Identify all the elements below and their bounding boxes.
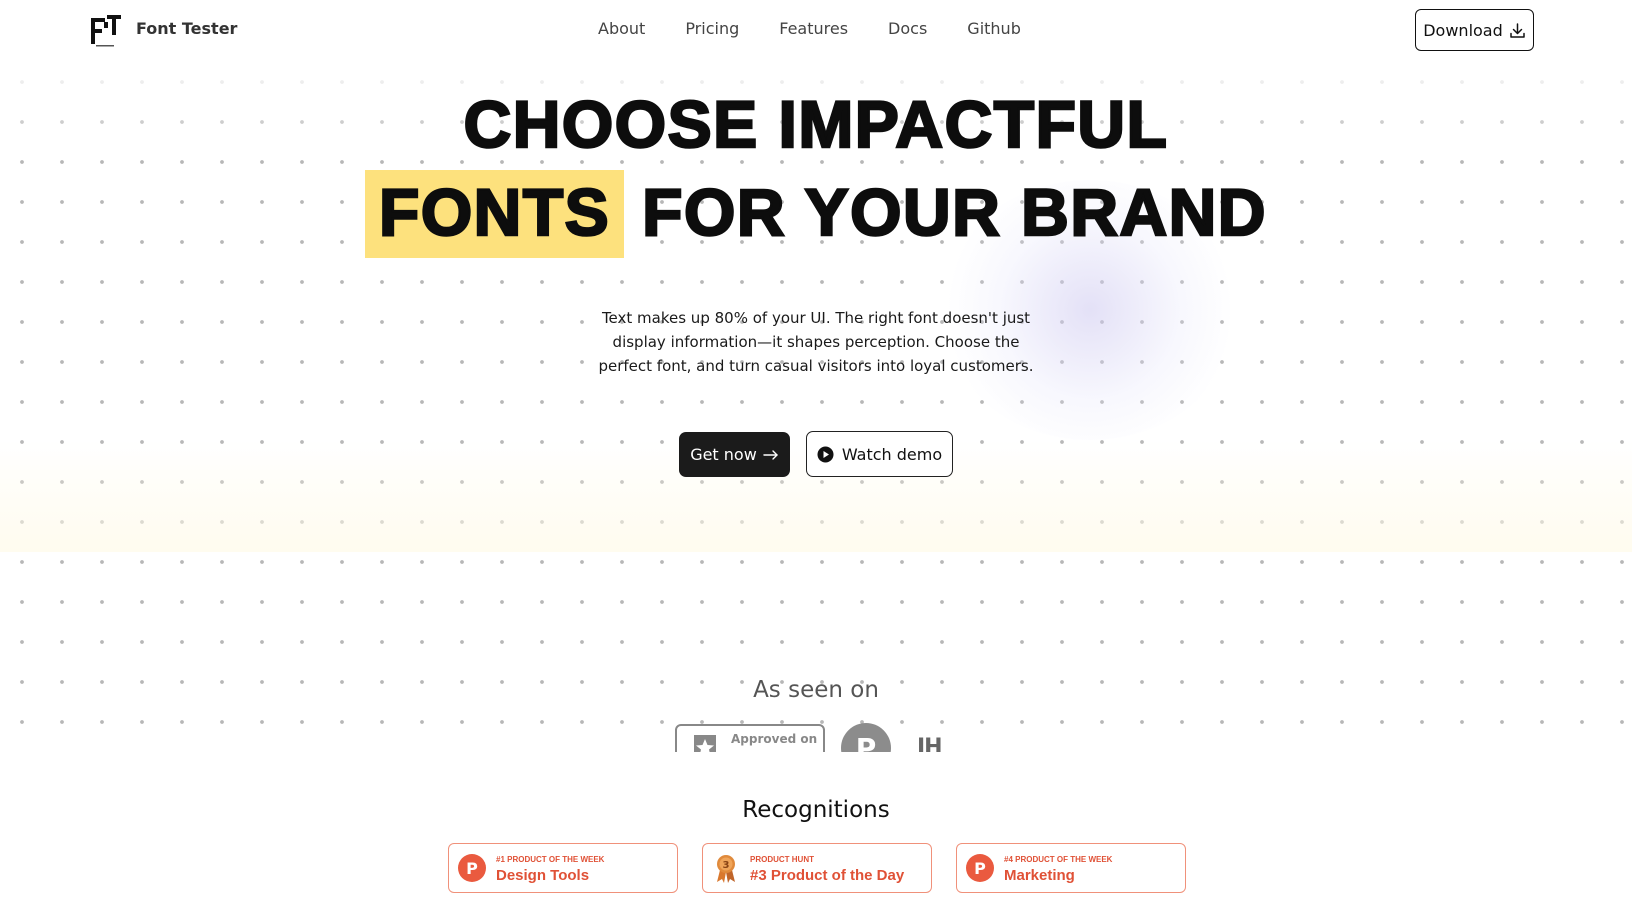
- download-label: Download: [1423, 20, 1503, 40]
- hero-title-line2: FONTS FOR YOUR BRAND: [0, 170, 1632, 258]
- recognition-caption: #1 PRODUCT OF THE WEEK: [496, 855, 605, 864]
- producthunt-icon[interactable]: P: [841, 723, 891, 752]
- hero-title-line1: CHOOSE IMPACTFUL: [462, 86, 1169, 163]
- recognition-caption: PRODUCT HUNT: [750, 855, 814, 864]
- nav-github[interactable]: Github: [967, 19, 1021, 38]
- get-now-button[interactable]: Get now: [679, 432, 790, 477]
- recognition-title: Marketing: [1004, 867, 1075, 884]
- recognition-card-product-of-day[interactable]: 3 PRODUCT HUNT #3 Product of the Day: [702, 843, 932, 893]
- medal-icon: 3: [717, 855, 735, 883]
- brand-name[interactable]: Font Tester: [136, 19, 237, 38]
- approved-badge[interactable]: Approved on: [675, 724, 825, 752]
- indiehackers-icon[interactable]: IH: [917, 735, 943, 752]
- producthunt-icon: P: [458, 854, 486, 882]
- play-circle-icon: [817, 446, 834, 462]
- hero-title-highlight: FONTS: [365, 170, 625, 258]
- recognition-caption: #4 PRODUCT OF THE WEEK: [1004, 855, 1113, 864]
- recognition-card-design-tools[interactable]: P #1 PRODUCT OF THE WEEK Design Tools: [448, 843, 678, 893]
- download-icon: [1510, 22, 1525, 38]
- brand-logo[interactable]: [90, 14, 122, 50]
- recognition-title: #3 Product of the Day: [750, 867, 905, 884]
- medal-number: 3: [723, 860, 730, 871]
- nav-pricing[interactable]: Pricing: [685, 19, 739, 38]
- download-button[interactable]: Download: [1415, 9, 1534, 51]
- approved-badge-label: Approved on: [731, 732, 818, 746]
- ft-logo-icon: [91, 15, 121, 47]
- nav-features[interactable]: Features: [779, 19, 848, 38]
- nav-about[interactable]: About: [598, 19, 645, 38]
- watch-demo-button[interactable]: Watch demo: [806, 431, 953, 477]
- hero-title-rest: FOR YOUR BRAND: [641, 174, 1267, 251]
- producthunt-icon: P: [966, 854, 994, 882]
- main-nav: About Pricing Features Docs Github: [598, 19, 1021, 38]
- recognition-title: Design Tools: [496, 867, 590, 884]
- get-now-label: Get now: [690, 445, 757, 464]
- recognition-card-marketing[interactable]: P #4 PRODUCT OF THE WEEK Marketing: [956, 843, 1186, 893]
- arrow-right-icon: [763, 449, 778, 460]
- recognitions-title: Recognitions: [742, 797, 890, 823]
- hero-subtitle: Text makes up 80% of your UI. The right …: [598, 309, 1034, 375]
- nav-docs[interactable]: Docs: [888, 19, 927, 38]
- watch-demo-label: Watch demo: [841, 444, 943, 464]
- as-seen-on-logos: Approved on P IH: [675, 723, 975, 752]
- approved-badge-icon: [694, 735, 716, 752]
- as-seen-on-title: As seen on: [753, 677, 879, 703]
